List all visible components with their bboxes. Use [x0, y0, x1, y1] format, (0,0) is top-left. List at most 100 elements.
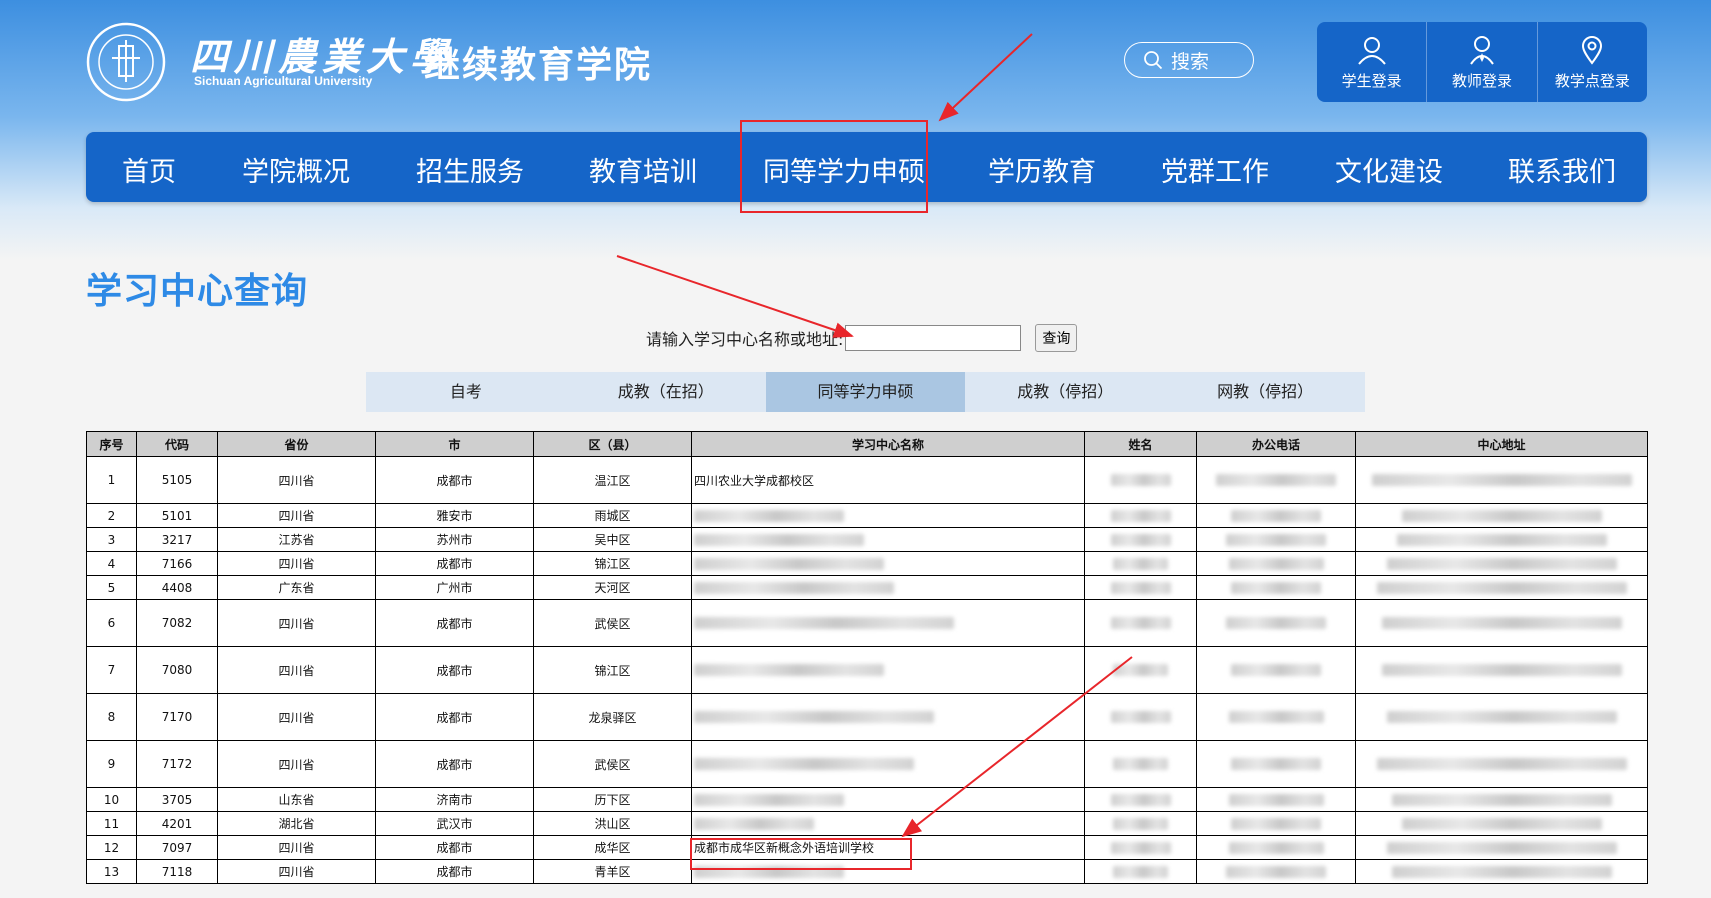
city-cell: 成都市	[375, 859, 534, 884]
redacted-blur	[1401, 817, 1602, 830]
city-cell: 成都市	[375, 646, 534, 694]
redacted-blur	[1228, 793, 1324, 806]
center-address-cell	[1355, 646, 1648, 694]
redacted-blur	[1381, 664, 1622, 676]
redacted-blur	[1226, 865, 1326, 878]
center-name-cell	[691, 646, 1085, 694]
code-cell: 4201	[136, 811, 218, 836]
code-cell: 7080	[136, 646, 218, 694]
row-number-cell: 11	[86, 811, 137, 836]
office-phone-cell	[1196, 599, 1356, 647]
contact-name-cell	[1084, 740, 1197, 788]
redacted-blur	[1226, 617, 1326, 629]
college-title: 继续教育学院	[424, 45, 653, 86]
category-tabs: 自考 成教（在招） 同等学力申硕 成教（停招） 网教（停招）	[366, 372, 1365, 412]
redacted-blur	[1228, 841, 1324, 854]
center-address-cell	[1355, 551, 1648, 576]
code-cell: 5101	[136, 503, 218, 528]
redacted-blur	[1110, 509, 1171, 522]
redacted-blur	[1381, 617, 1622, 629]
redacted-blur	[1376, 581, 1627, 594]
redacted-blur	[1231, 581, 1321, 594]
redacted-blur	[694, 758, 914, 770]
column-header: 市	[375, 431, 534, 457]
nav-item-about[interactable]: 学院概况	[242, 150, 350, 189]
province-cell: 四川省	[217, 740, 376, 788]
table-row: 3 3217 江苏省 苏州市 吴中区	[86, 527, 1648, 552]
column-header: 姓名	[1084, 431, 1197, 457]
province-cell: 四川省	[217, 551, 376, 576]
redacted-blur	[1110, 711, 1171, 723]
center-name-cell	[691, 551, 1085, 576]
table-row: 8 7170 四川省 成都市 龙泉驿区	[86, 693, 1648, 741]
center-address-cell	[1355, 527, 1648, 552]
city-cell: 成都市	[375, 740, 534, 788]
teacher-login-button[interactable]: 教师登录	[1427, 22, 1538, 102]
redacted-blur	[1216, 474, 1336, 486]
table-row: 1 5105 四川省 成都市 温江区 四川农业大学成都校区	[86, 456, 1648, 504]
office-phone-cell	[1196, 740, 1356, 788]
column-header: 办公电话	[1196, 431, 1356, 457]
tab-adult-enrolling[interactable]: 成教（在招）	[566, 372, 766, 412]
office-phone-cell	[1196, 811, 1356, 836]
redacted-blur	[1376, 758, 1627, 770]
office-phone-cell	[1196, 503, 1356, 528]
site-search-button[interactable]: 搜索	[1124, 42, 1254, 78]
row-number-cell: 10	[86, 787, 137, 812]
office-phone-cell	[1196, 859, 1356, 884]
center-name-cell	[691, 811, 1085, 836]
query-button[interactable]: 查询	[1035, 324, 1078, 352]
office-phone-cell	[1196, 835, 1356, 860]
row-number-cell: 3	[86, 527, 137, 552]
redacted-blur	[1110, 617, 1171, 629]
search-icon	[1144, 51, 1163, 70]
row-number-cell: 9	[86, 740, 137, 788]
center-address-cell	[1355, 599, 1648, 647]
table-row: 10 3705 山东省 济南市 历下区	[86, 787, 1648, 812]
office-phone-cell	[1196, 693, 1356, 741]
city-cell: 苏州市	[375, 527, 534, 552]
nav-item-academic-education[interactable]: 学历教育	[988, 150, 1096, 189]
row-number-cell: 5	[86, 575, 137, 600]
column-header: 区（县）	[533, 431, 692, 457]
city-cell: 成都市	[375, 693, 534, 741]
province-cell: 四川省	[217, 599, 376, 647]
district-cell: 青羊区	[533, 859, 692, 884]
center-name-cell	[691, 575, 1085, 600]
city-cell: 济南市	[375, 787, 534, 812]
center-name-cell	[691, 599, 1085, 647]
nav-item-contact[interactable]: 联系我们	[1508, 150, 1616, 189]
student-login-button[interactable]: 学生登录	[1317, 22, 1428, 102]
center-name-cell	[691, 740, 1085, 788]
contact-name-cell	[1084, 503, 1197, 528]
city-cell: 雅安市	[375, 503, 534, 528]
redacted-blur	[1228, 711, 1324, 723]
redacted-blur	[1113, 865, 1168, 878]
province-cell: 四川省	[217, 646, 376, 694]
teaching-site-login-button[interactable]: 教学点登录	[1538, 22, 1647, 102]
nav-item-culture[interactable]: 文化建设	[1335, 150, 1443, 189]
contact-name-cell	[1084, 646, 1197, 694]
office-phone-cell	[1196, 646, 1356, 694]
center-search-form: 请输入学习中心名称或地址: 查询	[646, 324, 1078, 352]
nav-item-home[interactable]: 首页	[122, 150, 176, 189]
center-search-input[interactable]	[845, 325, 1022, 351]
redacted-blur	[1113, 664, 1168, 676]
nav-item-training[interactable]: 教育培训	[589, 150, 697, 189]
redacted-blur	[694, 581, 894, 594]
district-cell: 吴中区	[533, 527, 692, 552]
nav-item-admissions[interactable]: 招生服务	[416, 150, 524, 189]
district-cell: 锦江区	[533, 646, 692, 694]
city-cell: 成都市	[375, 551, 534, 576]
code-cell: 5105	[136, 456, 218, 504]
tab-online-suspended[interactable]: 网教（停招）	[1165, 372, 1365, 412]
redacted-blur	[1231, 509, 1321, 522]
tab-adult-suspended[interactable]: 成教（停招）	[965, 372, 1165, 412]
district-cell: 武侯区	[533, 599, 692, 647]
contact-name-cell	[1084, 859, 1197, 884]
center-name-cell: 四川农业大学成都校区	[691, 456, 1085, 504]
nav-item-party-work[interactable]: 党群工作	[1161, 150, 1269, 189]
tab-equivalent-degree[interactable]: 同等学力申硕	[765, 372, 966, 412]
tab-self-exam[interactable]: 自考	[366, 372, 566, 412]
center-address-cell	[1355, 693, 1648, 741]
